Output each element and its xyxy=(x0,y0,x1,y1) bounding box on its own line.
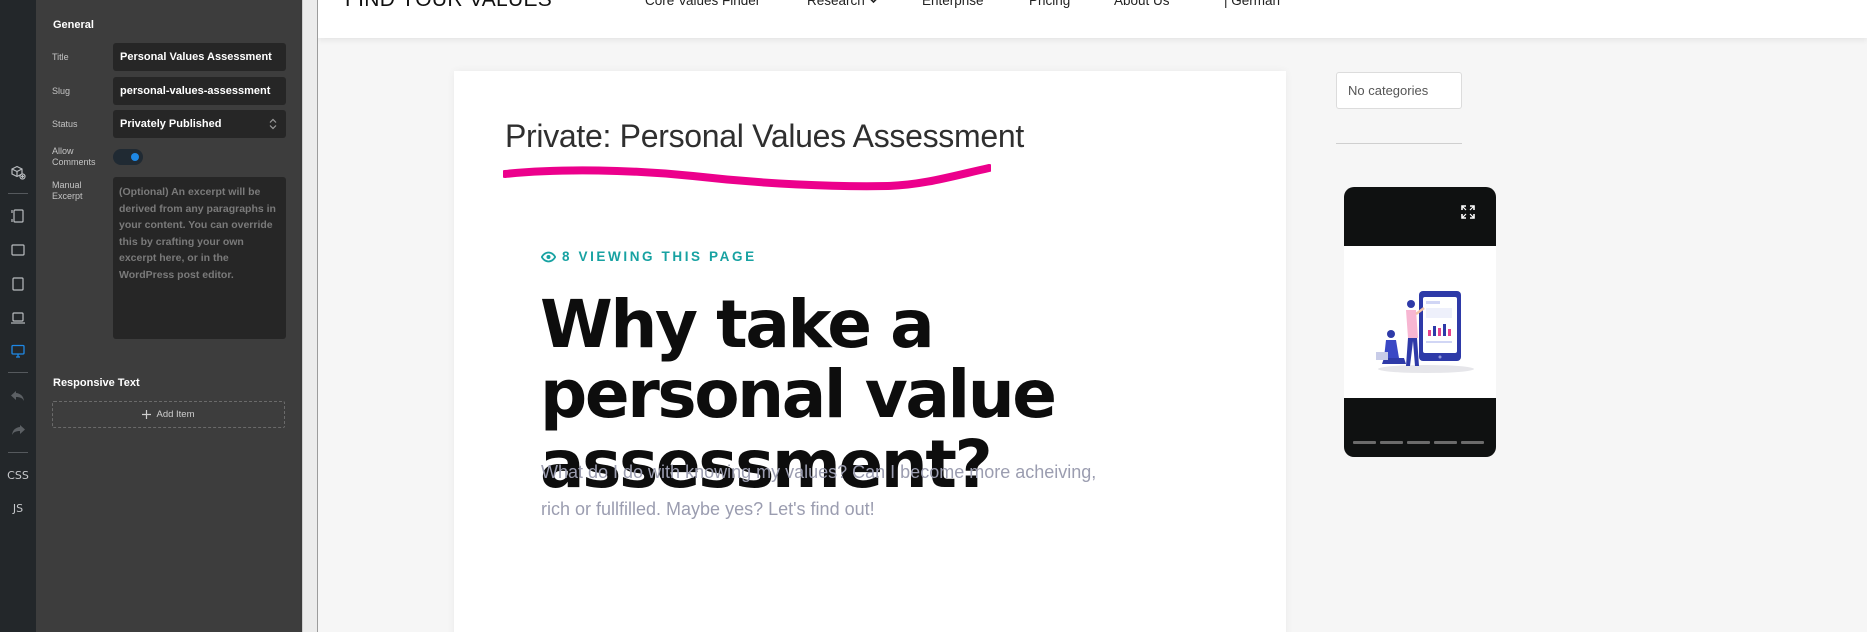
allow-comments-label-line1: Allow xyxy=(52,146,74,156)
post-settings-panel: General Title Slug Status Privately Publ… xyxy=(36,0,302,632)
carousel-progress xyxy=(1353,441,1484,444)
excerpt-wrapper xyxy=(113,177,286,339)
status-value: Privately Published xyxy=(120,118,222,130)
nav-research[interactable]: Research xyxy=(807,0,878,8)
status-label: Status xyxy=(52,119,78,129)
site-preview: FIND YOUR VALUES Core Values Finder Rese… xyxy=(318,0,1867,632)
rail-divider xyxy=(8,372,28,373)
allow-comments-label-line2: Comments xyxy=(52,157,96,167)
title-label: Title xyxy=(52,52,69,62)
sidebar-divider xyxy=(1336,143,1462,144)
chevron-down-icon xyxy=(870,0,877,4)
video-preview-widget[interactable] xyxy=(1344,187,1496,457)
select-arrows-icon xyxy=(269,118,277,130)
add-item-label: Add Item xyxy=(156,409,195,420)
intro-paragraph[interactable]: What do I do with knowing my values? Can… xyxy=(541,454,1101,528)
laptop-icon[interactable] xyxy=(6,306,30,330)
eye-icon xyxy=(541,251,556,262)
nav-enterprise[interactable]: Enterprise xyxy=(922,0,984,8)
post-content-card: Private: Personal Values Assessment 8 VI… xyxy=(454,71,1286,632)
progress-segment xyxy=(1434,441,1457,444)
nav-about-us[interactable]: About Us xyxy=(1114,0,1170,8)
panel-resize-handle[interactable] xyxy=(302,0,318,632)
manual-excerpt-label-line2: Excerpt xyxy=(52,191,83,201)
responsive-full-icon[interactable] xyxy=(6,204,30,228)
nav-research-label: Research xyxy=(807,0,865,8)
post-title[interactable]: Private: Personal Values Assessment xyxy=(505,118,1024,155)
site-logo[interactable]: FIND YOUR VALUES xyxy=(345,0,552,12)
allow-comments-toggle[interactable] xyxy=(113,149,143,165)
viewing-counter: 8 VIEWING THIS PAGE xyxy=(541,249,757,264)
editor-icon-rail: CSS JS xyxy=(0,0,36,632)
progress-segment xyxy=(1380,441,1403,444)
slug-label: Slug xyxy=(52,86,71,96)
nav-core-values-finder[interactable]: Core Values Finder xyxy=(645,0,760,8)
desktop-icon[interactable] xyxy=(6,339,30,363)
progress-segment xyxy=(1461,441,1484,444)
manual-excerpt-textarea[interactable] xyxy=(119,184,280,332)
undo-icon[interactable] xyxy=(6,384,30,408)
redo-icon[interactable] xyxy=(6,418,30,442)
title-field-wrapper xyxy=(113,43,286,71)
categories-select[interactable]: No categories xyxy=(1336,72,1462,109)
plus-icon xyxy=(142,410,152,419)
responsive-wide-icon[interactable] xyxy=(6,238,30,262)
manual-excerpt-label-line1: Manual xyxy=(52,180,82,190)
slug-field-wrapper xyxy=(113,77,286,105)
add-item-button[interactable]: Add Item xyxy=(52,401,285,428)
pink-underline-stroke xyxy=(503,164,991,191)
nav-pricing[interactable]: Pricing xyxy=(1029,0,1070,8)
rail-divider xyxy=(8,452,28,453)
toggle-knob xyxy=(131,153,139,161)
components-add-icon[interactable] xyxy=(6,160,30,184)
title-input[interactable] xyxy=(120,51,279,63)
js-button[interactable]: JS xyxy=(0,502,36,515)
allow-comments-label: Allow Comments xyxy=(52,146,96,168)
slug-input[interactable] xyxy=(120,85,279,97)
tablet-icon[interactable] xyxy=(6,272,30,296)
progress-segment xyxy=(1407,441,1430,444)
expand-icon[interactable] xyxy=(1461,205,1475,219)
viewing-text: 8 VIEWING THIS PAGE xyxy=(562,249,757,264)
person-with-phone-illustration xyxy=(1376,291,1474,373)
site-header: FIND YOUR VALUES Core Values Finder Rese… xyxy=(318,0,1867,38)
nav-language-german[interactable]: | German xyxy=(1224,0,1280,8)
css-button[interactable]: CSS xyxy=(0,469,36,482)
manual-excerpt-label: Manual Excerpt xyxy=(52,180,83,202)
responsive-text-section-title: Responsive Text xyxy=(53,377,140,389)
rail-divider xyxy=(8,193,28,194)
general-section-title: General xyxy=(53,19,94,31)
status-select[interactable]: Privately Published xyxy=(113,110,286,138)
phone-illustration xyxy=(1344,246,1496,398)
progress-segment xyxy=(1353,441,1376,444)
